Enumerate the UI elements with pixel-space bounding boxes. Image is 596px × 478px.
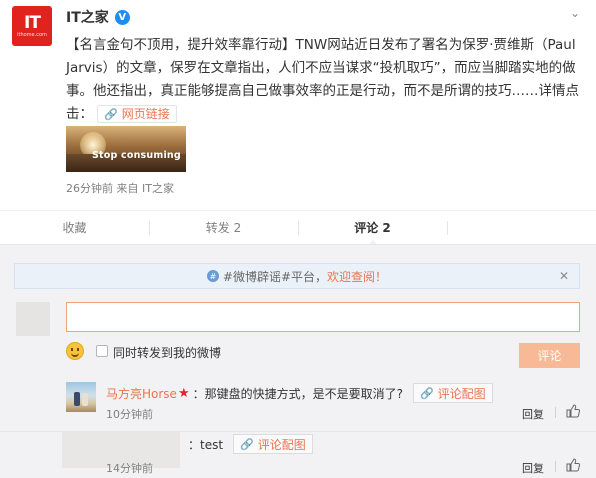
comment-image-label: 评论配图 (257, 437, 306, 452)
notice-link[interactable]: 欢迎查阅！ (327, 268, 387, 285)
repost-button[interactable]: 转发 2 (149, 211, 298, 244)
avatar-figure (82, 393, 88, 406)
comment-image-link[interactable]: 🔗 评论配图 (233, 434, 313, 454)
comment-image-label: 评论配图 (437, 386, 486, 401)
comment-text: ：test (188, 437, 224, 452)
web-link[interactable]: 🔗 网页链接 (97, 105, 177, 123)
collapse-icon[interactable]: ⌄ (570, 6, 580, 20)
comment-item: ：test 🔗 评论配图 14分钟前 回复 (0, 431, 596, 478)
post-text: 【名言金句不顶用，提升效率靠行动】TNW网站近日发布了署名为保罗·贾维斯（Pau… (66, 34, 586, 126)
self-avatar (16, 302, 50, 336)
close-icon[interactable]: ✕ (559, 269, 569, 283)
comment-tab[interactable]: 评论 2 (298, 211, 447, 245)
comment-time: 10分钟前 (106, 408, 153, 421)
link-icon: 🔗 (419, 386, 434, 400)
hash-icon: # (206, 270, 219, 282)
comment-input[interactable] (66, 302, 580, 332)
like-slot (447, 211, 596, 244)
web-link-label: 网页链接 (121, 106, 170, 121)
reply-button[interactable]: 回复 (522, 460, 544, 476)
action-bar: 收藏 转发 2 评论 2 (0, 210, 596, 245)
avatar-logo-text: IT (24, 12, 41, 33)
commenter-avatar[interactable] (66, 382, 96, 412)
avatar-logo-sub: ithome.com (17, 31, 47, 38)
reply-button[interactable]: 回复 (522, 406, 544, 422)
comment-tab-label: 评论 2 (354, 221, 391, 235)
commenter-name[interactable]: 马方亮Horse (106, 385, 177, 402)
post-meta[interactable]: 26分钟前 来自 IT之家 (66, 180, 174, 196)
author-row: IT之家 V (66, 8, 130, 26)
emoji-icon[interactable] (66, 342, 84, 360)
thumbnail-caption: Stop consuming (92, 150, 181, 161)
star-icon: ★ (177, 385, 190, 401)
post-card: IT ithome.com IT之家 V ⌄ 【名言金句不顶用，提升效率靠行动】… (0, 0, 596, 205)
comment-body: 马方亮Horse ★ ：那键盘的快捷方式，是不是要取消了? 🔗 评论配图 (106, 382, 493, 404)
thumb-up-icon[interactable] (566, 458, 580, 472)
author-avatar[interactable]: IT ithome.com (12, 6, 52, 46)
like-divider (555, 407, 556, 418)
post-thumbnail[interactable]: Stop consuming (66, 126, 186, 172)
rumor-notice: # #微博辟谣#平台， 欢迎查阅！ ✕ (14, 263, 580, 289)
comment-body: ：test 🔗 评论配图 (186, 433, 313, 455)
notice-text: #微博辟谣#平台， (222, 269, 328, 284)
verified-icon: V (114, 9, 130, 25)
avatar-figure (74, 392, 80, 406)
favorite-button[interactable]: 收藏 (0, 211, 149, 244)
comment-item: 马方亮Horse ★ ：那键盘的快捷方式，是不是要取消了? 🔗 评论配图 10分钟… (0, 382, 596, 427)
comment-image-link[interactable]: 🔗 评论配图 (412, 383, 493, 403)
author-name[interactable]: IT之家 (66, 7, 109, 27)
submit-comment-button[interactable]: 评论 (519, 343, 580, 368)
comment-text: ：那键盘的快捷方式，是不是要取消了? (192, 386, 403, 401)
repost-checkbox[interactable] (96, 345, 108, 357)
comment-time: 14分钟前 (106, 462, 153, 475)
thumb-up-icon[interactable] (566, 404, 580, 418)
comment-area: # #微博辟谣#平台， 欢迎查阅！ ✕ 同时转发到我的微博 评论 马方亮Hors… (0, 244, 596, 478)
repost-label[interactable]: 同时转发到我的微博 (113, 344, 221, 361)
link-icon: 🔗 (104, 107, 118, 121)
link-icon: 🔗 (240, 437, 254, 451)
like-divider (555, 461, 556, 472)
